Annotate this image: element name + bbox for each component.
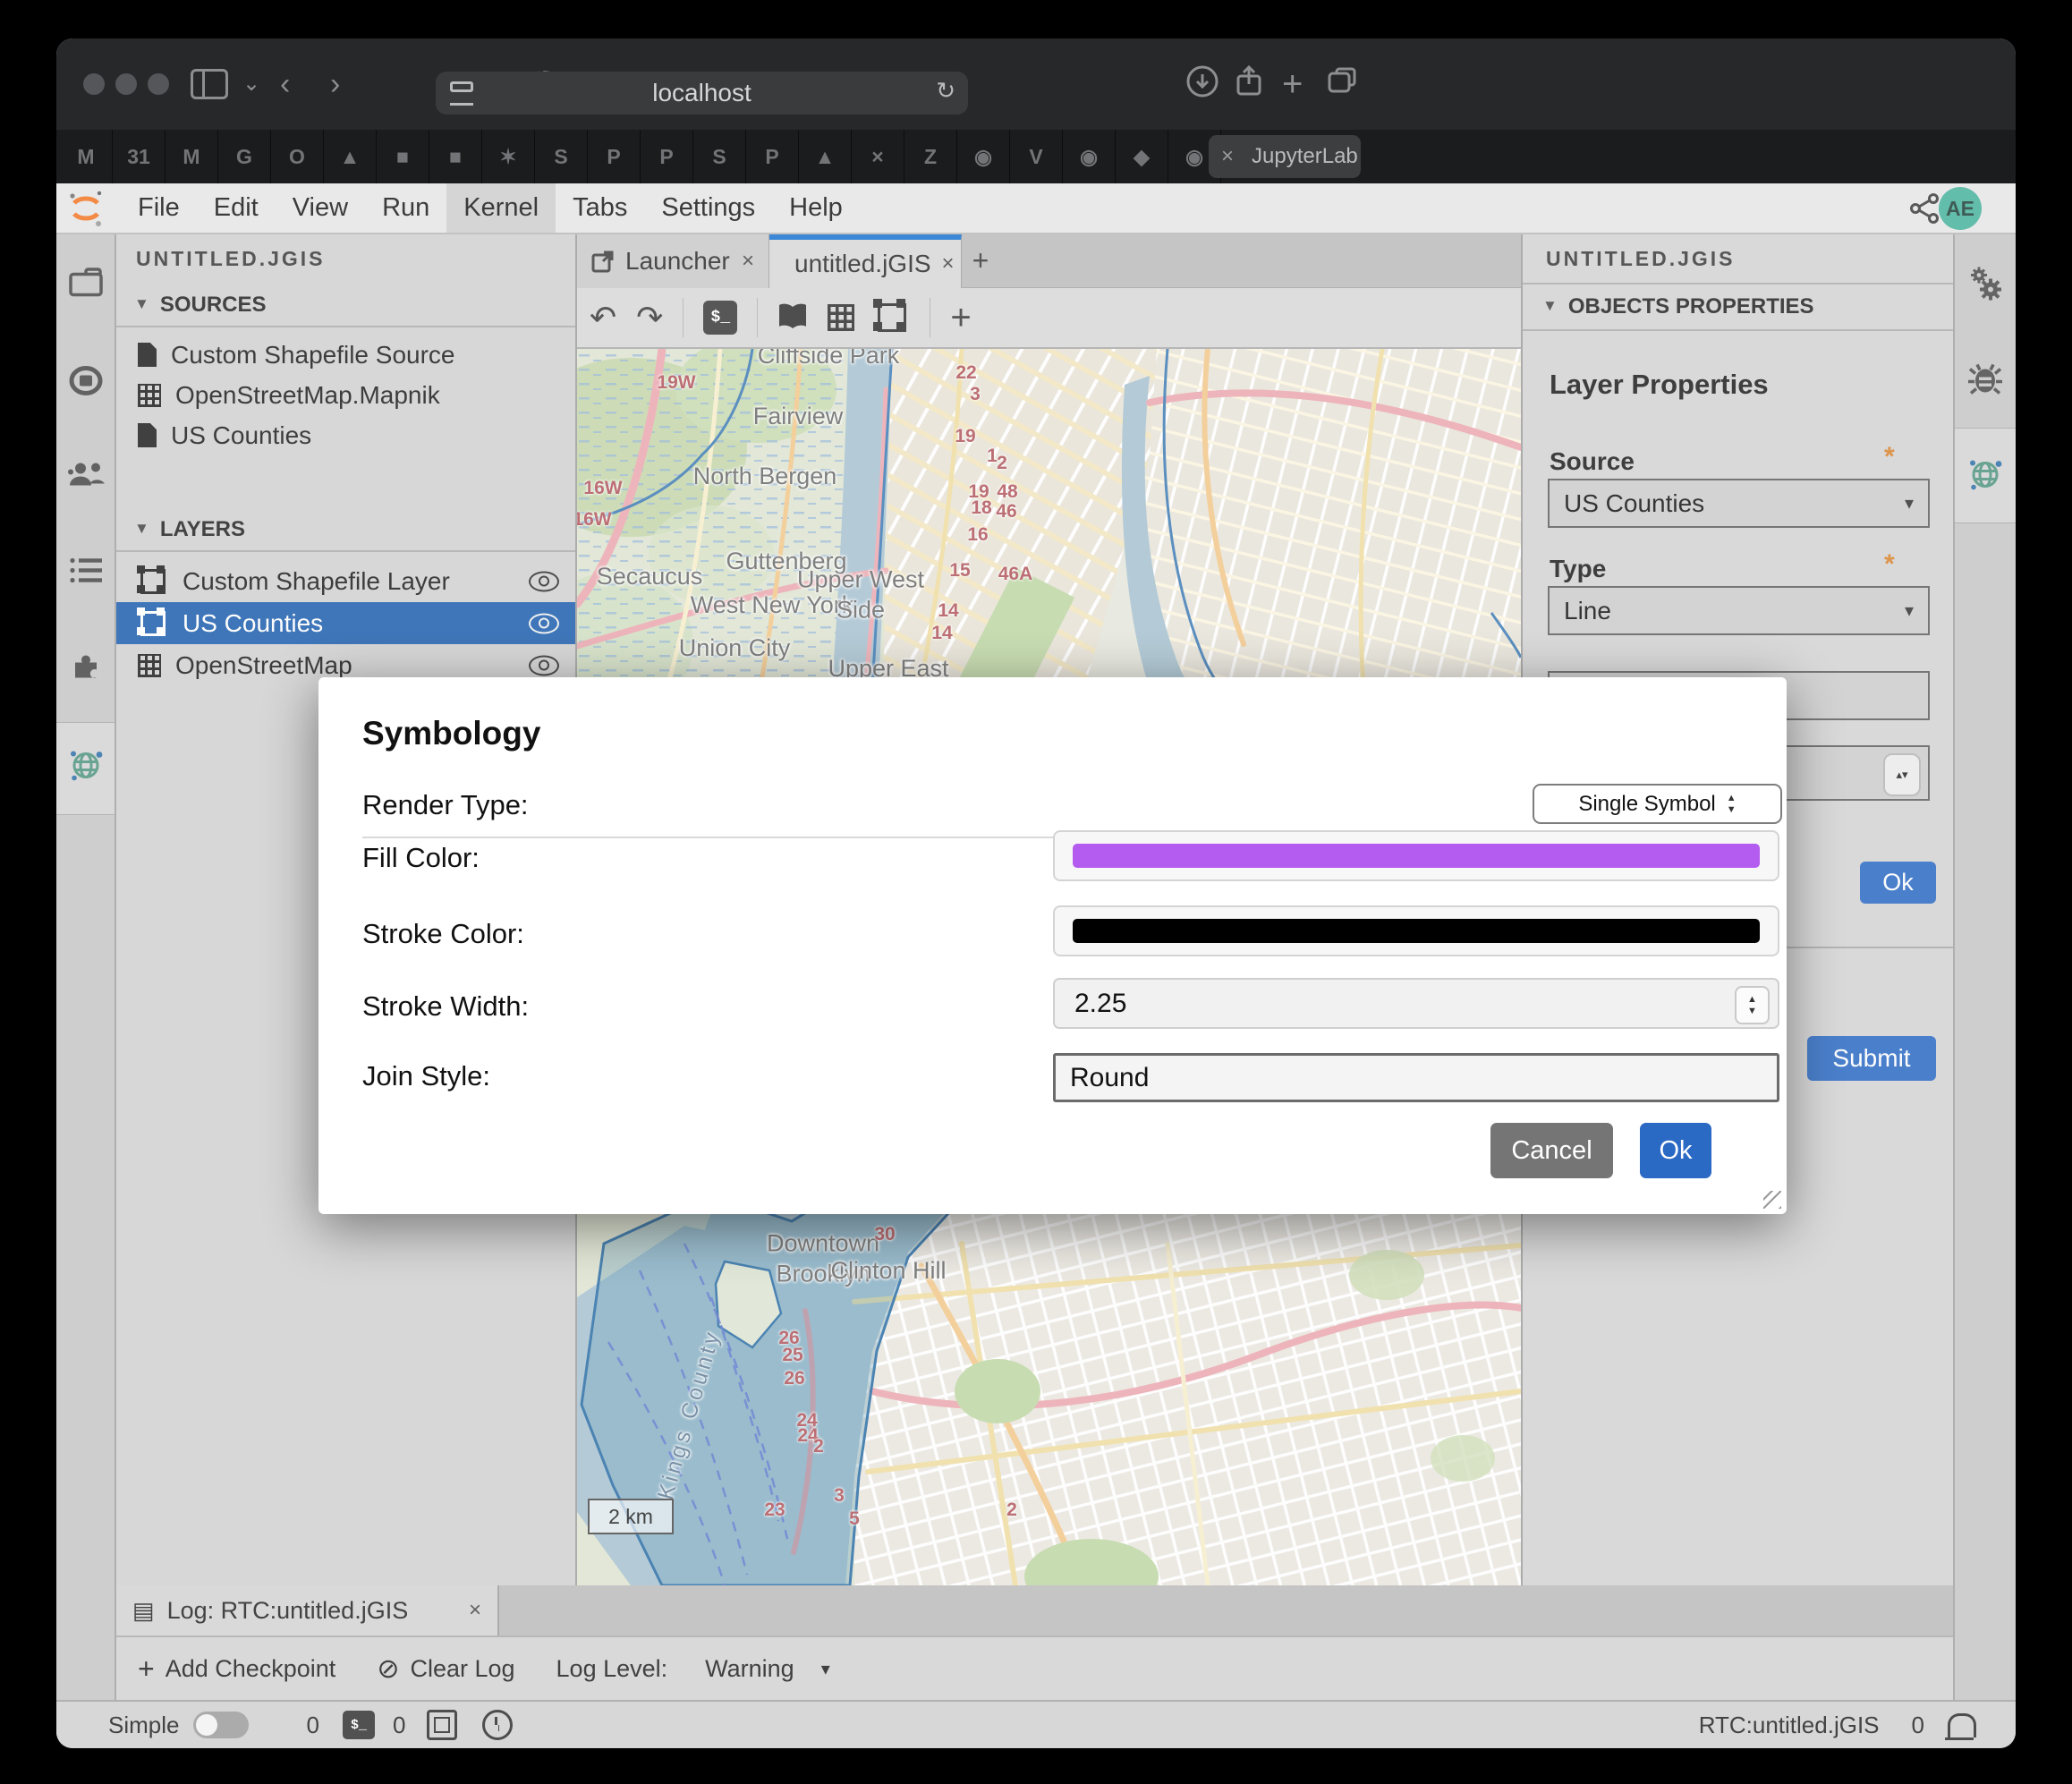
pinned-tab-favicon[interactable]: ■ [377,130,429,183]
pinned-tab-favicon[interactable]: ▲ [799,130,852,183]
reader-icon[interactable] [450,81,473,106]
join-style-value: Round [1070,1063,1149,1093]
ok-button[interactable]: Ok [1640,1123,1711,1178]
stepper-arrows-icon[interactable]: ▲▼ [1735,986,1770,1024]
close-tab-icon[interactable]: × [1221,144,1234,169]
chevron-down-icon[interactable]: ⌄ [242,73,260,95]
screenshot-stage: ⌄ ‹ › localhost ↻ + M31MGO▲■■✶SPPSP▲×Z◉V… [0,0,2072,1784]
tab-title: JupyterLab [1252,144,1358,169]
dialog-title: Symbology [362,715,540,752]
fill-color-label: Fill Color: [362,842,480,874]
stroke-width-value: 2.25 [1074,989,1126,1019]
pinned-tabs: M31MGO▲■■✶SPPSP▲×Z◉V◉◆◉ [60,130,1221,183]
symbology-dialog: Symbology Render Type: Single Symbol ▲▼ … [318,677,1787,1214]
pinned-tab-favicon[interactable]: ▲ [324,130,377,183]
pinned-tab-favicon[interactable]: P [641,130,693,183]
address-bar[interactable]: localhost ↻ [436,72,968,115]
pinned-tab-favicon[interactable]: ◆ [1116,130,1168,183]
pinned-tab-favicon[interactable]: ■ [429,130,482,183]
downloads-icon[interactable] [1185,64,1219,104]
render-type-value: Single Symbol [1578,792,1715,817]
pinned-tab-favicon[interactable]: P [588,130,641,183]
stroke-color-label: Stroke Color: [362,918,524,950]
reload-icon[interactable]: ↻ [936,77,955,105]
zoom-window-button[interactable] [148,73,169,95]
tab-overview-icon[interactable] [1327,66,1359,102]
render-type-select[interactable]: Single Symbol ▲▼ [1533,784,1782,824]
back-icon[interactable]: ‹ [280,69,290,99]
pinned-tab-favicon[interactable]: O [271,130,324,183]
cancel-button[interactable]: Cancel [1490,1123,1613,1178]
fill-color-swatch [1073,844,1760,868]
pinned-tab-favicon[interactable]: ✶ [482,130,535,183]
stroke-color-swatch [1073,919,1760,943]
fill-color-picker[interactable] [1053,830,1779,881]
join-style-label: Join Style: [362,1060,490,1092]
pinned-tab-favicon[interactable]: G [218,130,271,183]
browser-window: ⌄ ‹ › localhost ↻ + M31MGO▲■■✶SPPSP▲×Z◉V… [56,38,2016,1748]
stroke-width-label: Stroke Width: [362,990,529,1023]
minimize-window-button[interactable] [115,73,137,95]
join-style-select[interactable]: Round [1053,1053,1779,1102]
resize-handle[interactable] [1763,1191,1781,1209]
pinned-tab-favicon[interactable]: S [693,130,746,183]
pinned-tab-favicon[interactable]: 31 [113,130,166,183]
pinned-tab-favicon[interactable]: S [535,130,588,183]
forward-icon[interactable]: › [330,69,340,99]
new-tab-icon[interactable]: + [1282,66,1303,102]
close-window-button[interactable] [83,73,105,95]
safari-titlebar: ⌄ ‹ › localhost ↻ + [56,38,2016,130]
pinned-tab-favicon[interactable]: Z [904,130,957,183]
stroke-width-input[interactable]: 2.25 ▲▼ [1053,978,1779,1029]
sidebar-toggle-icon[interactable] [191,69,228,99]
render-type-label: Render Type: [362,789,529,821]
share-icon[interactable] [1234,64,1264,104]
select-updown-icon: ▲▼ [1727,793,1737,814]
url-text: localhost [652,79,752,107]
active-browser-tab[interactable]: × JupyterLab [1209,135,1361,178]
pinned-tab-favicon[interactable]: M [166,130,218,183]
pinned-tab-favicon[interactable]: ◉ [1063,130,1116,183]
pinned-tab-favicon[interactable]: M [60,130,113,183]
pinned-tab-favicon[interactable]: V [1010,130,1063,183]
pinned-tab-favicon[interactable]: ◉ [957,130,1010,183]
pinned-tab-favicon[interactable]: × [852,130,904,183]
pinned-tab-favicon[interactable]: P [746,130,799,183]
stroke-color-picker[interactable] [1053,905,1779,956]
safari-tabstrip: M31MGO▲■■✶SPPSP▲×Z◉V◉◆◉ × JupyterLab [56,130,2016,183]
